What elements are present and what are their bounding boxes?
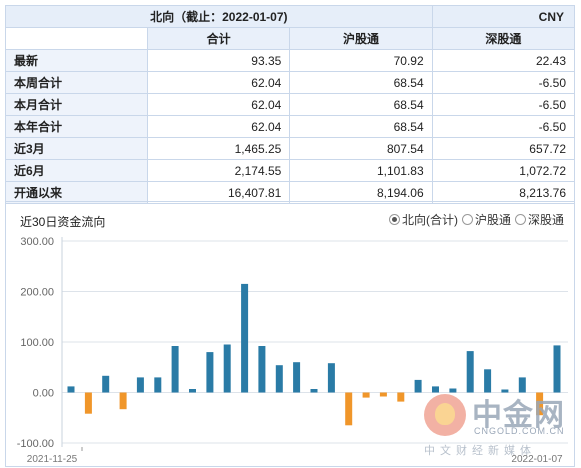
- flow-bar: [258, 346, 266, 393]
- y-tick-label: -100.00: [17, 438, 54, 450]
- cngold-logo-icon: [424, 394, 466, 436]
- flow-bar: [154, 377, 162, 393]
- x-tick-label-start: 2021-11-25: [27, 454, 78, 465]
- flow-bar: [84, 392, 92, 414]
- y-tick-label: 0.00: [33, 388, 54, 400]
- flow-bar: [189, 389, 196, 393]
- watermark-tagline: 中文财经新媒体: [424, 445, 536, 457]
- flow-bar: [293, 362, 301, 393]
- flow-bar: [310, 389, 318, 393]
- flow-bar: [102, 375, 110, 393]
- y-tick-label: 200.00: [20, 287, 54, 299]
- flow-bar: [119, 392, 127, 410]
- flow-bar: [171, 346, 179, 393]
- flow-bar: [223, 344, 231, 393]
- flow-bar: [136, 377, 144, 393]
- y-tick-label: 300.00: [20, 236, 54, 248]
- watermark: 中金网 CNGOLD.COM.CN 中文财经新媒体: [424, 390, 574, 466]
- flow-bar: [327, 363, 335, 393]
- flow-bar: [275, 365, 283, 393]
- flow-bar: [379, 392, 387, 397]
- y-tick-label: 100.00: [20, 337, 54, 349]
- flow-bar: [241, 283, 249, 393]
- flow-bar: [414, 379, 422, 393]
- flow-bar: [553, 345, 561, 393]
- flow-bar: [206, 352, 214, 393]
- flow-bar: [362, 392, 370, 398]
- watermark-url: CNGOLD.COM.CN: [474, 426, 565, 436]
- flow-bar: [397, 392, 405, 402]
- flow-bar: [466, 351, 474, 393]
- flow-bar: [67, 386, 75, 393]
- flow-bar: [345, 392, 353, 426]
